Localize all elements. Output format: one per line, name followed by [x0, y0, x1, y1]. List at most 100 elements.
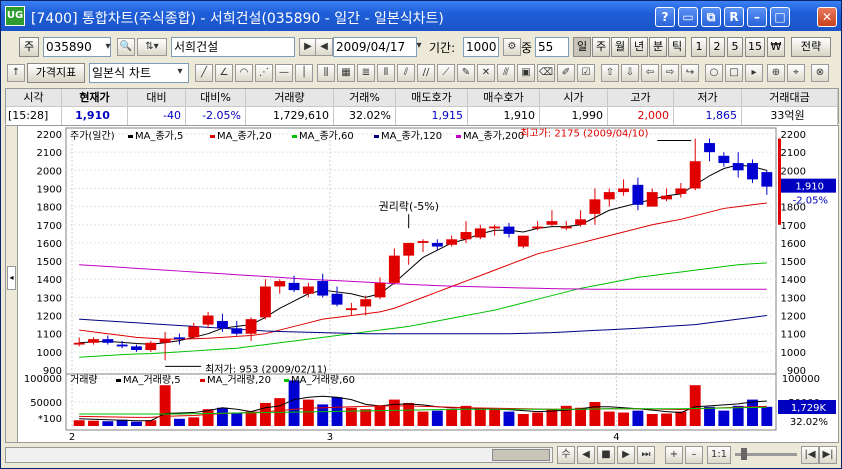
period-year-tab[interactable]: 년	[630, 37, 648, 57]
candle-body	[174, 337, 185, 340]
volume-axis-label-right: 100000	[782, 374, 820, 385]
interval-5-button[interactable]: 5	[727, 37, 743, 57]
candle-body	[145, 342, 157, 351]
period-minute-tab[interactable]: 분	[649, 37, 667, 57]
interval-2-button[interactable]: 2	[709, 37, 725, 57]
end-icon[interactable]: ⏭	[637, 446, 655, 464]
stock-code-input[interactable]: 035890	[43, 37, 111, 57]
first-page-icon[interactable]: |◀	[801, 446, 819, 464]
parallel-icon[interactable]: //	[417, 64, 435, 82]
price-legend-label-3: MA_종가,60	[299, 130, 354, 142]
zoom-in-icon[interactable]: +	[665, 446, 683, 464]
candle-body	[417, 241, 429, 243]
horizontal-scrollbar[interactable]	[5, 447, 553, 463]
zoom-out-icon[interactable]: –	[685, 446, 703, 464]
period-day-tab[interactable]: 일	[573, 37, 591, 57]
table-icon[interactable]: ▦	[337, 64, 355, 82]
maximize-button[interactable]: □	[770, 7, 790, 27]
volume-bar	[302, 399, 314, 426]
property-icon[interactable]: ☑	[577, 64, 595, 82]
chart-svg[interactable]: 900 9001000 10001100 11001200 12001300 130014…	[6, 126, 838, 442]
line-style-icon[interactable]: ⫻	[497, 64, 515, 82]
price-axis-label-right: 1300	[781, 293, 806, 304]
ratio-button[interactable]: 수	[557, 446, 575, 464]
help-button[interactable]: ?	[655, 7, 675, 27]
zoom-ratio-button[interactable]: 1:1	[707, 446, 731, 464]
period-tick-tab[interactable]: 틱	[668, 37, 686, 57]
screen-button[interactable]: ▭	[678, 7, 698, 27]
market-button[interactable]: 주	[19, 37, 39, 57]
scroll-thumb[interactable]	[492, 449, 550, 461]
marker-icon[interactable]: ▸	[745, 64, 763, 82]
trendline-icon[interactable]: ╱	[195, 64, 213, 82]
last-page-icon[interactable]: ▶|	[819, 446, 837, 464]
period-week-tab[interactable]: 주	[592, 37, 610, 57]
zoom-slider[interactable]	[735, 448, 797, 460]
candle-body	[646, 192, 658, 207]
search-icon[interactable]: 🔍	[117, 38, 135, 56]
quote-value-ask: 1,915	[396, 107, 468, 125]
refresh-button[interactable]: R	[724, 7, 744, 27]
volume-legend-swatch	[200, 379, 205, 382]
eraser-icon[interactable]: ⌫	[537, 64, 555, 82]
down-arrow-icon[interactable]: ⇩	[621, 64, 639, 82]
candle-body	[274, 281, 286, 287]
period-input[interactable]: 1000	[463, 37, 499, 57]
diagonal-icon[interactable]: ⟋	[437, 64, 455, 82]
title-bar[interactable]: UG [7400] 통합차트(주식종합) - 서희건설(035890 - 일간 …	[1, 1, 841, 31]
up-arrow-icon[interactable]: ⇧	[601, 64, 619, 82]
bars-icon[interactable]: ⫴	[377, 64, 395, 82]
channel-icon[interactable]: ⫽	[397, 64, 415, 82]
current-change-tag: -2.05%	[793, 196, 828, 207]
right-arrow-icon[interactable]: ⇨	[661, 64, 679, 82]
fan-line-icon[interactable]: ⋰	[255, 64, 273, 82]
cross-line-icon[interactable]: ✕	[477, 64, 495, 82]
scroll-back-icon[interactable]: ◀	[577, 446, 595, 464]
currency-button[interactable]: ₩	[767, 37, 785, 57]
candle-body	[102, 339, 114, 343]
angle-line-icon[interactable]: ∠	[215, 64, 233, 82]
settings-icon[interactable]: ⚙	[503, 38, 521, 56]
minimize-button[interactable]: –	[747, 7, 767, 27]
scroll-forward-icon[interactable]: ▶	[617, 446, 635, 464]
candle-body	[345, 308, 357, 311]
zoom-icon[interactable]: ⊕	[767, 64, 785, 82]
vertical-line-icon[interactable]: │	[295, 64, 313, 82]
jump-icon[interactable]: ↪	[681, 64, 699, 82]
sort-icon[interactable]: ⇅▾	[137, 38, 167, 56]
volume-bar	[718, 410, 730, 426]
fibo-icon[interactable]: ≣	[357, 64, 375, 82]
rectangle-icon[interactable]: □	[725, 64, 743, 82]
zoom-slider-handle[interactable]	[741, 448, 747, 460]
interval-1-button[interactable]: 1	[691, 37, 707, 57]
chart-type-dropdown-icon[interactable]: ▾	[173, 64, 187, 82]
close-button[interactable]: ✕	[817, 7, 837, 27]
horizontal-line-icon[interactable]: —	[275, 64, 293, 82]
magnet-icon[interactable]: ⌖	[787, 64, 805, 82]
interval-15-button[interactable]: 15	[745, 37, 765, 57]
indicator-button[interactable]: 가격지표	[27, 63, 85, 83]
code-dropdown-icon[interactable]: ▾	[103, 39, 113, 57]
link-button[interactable]: ⧉	[701, 7, 721, 27]
date-input[interactable]: 2009/04/17	[333, 37, 417, 57]
period-month-tab[interactable]: 월	[611, 37, 629, 57]
edit-icon[interactable]: ✐	[557, 64, 575, 82]
pen-icon[interactable]: ✎	[457, 64, 475, 82]
price-legend-swatch	[292, 135, 297, 138]
price-legend-label-2: MA_종가,20	[217, 130, 272, 142]
zoom-reset-icon[interactable]: ⊗	[811, 64, 829, 82]
price-axis-label-left: 1700	[37, 221, 62, 232]
prev-arrow-icon[interactable]: ◀	[315, 38, 333, 56]
expand-icon[interactable]: ↑	[7, 64, 25, 82]
circle-icon[interactable]: ○	[705, 64, 723, 82]
strategy-button[interactable]: 전략	[791, 37, 831, 57]
color-palette-icon[interactable]: ▣	[517, 64, 535, 82]
stop-icon[interactable]: ■	[597, 446, 615, 464]
calendar-dropdown-icon[interactable]: ▾	[413, 38, 425, 56]
grid-lines-icon[interactable]: ⫼	[317, 64, 335, 82]
overlap-input[interactable]: 55	[535, 37, 569, 57]
arc-icon[interactable]: ◠	[235, 64, 253, 82]
left-arrow-icon[interactable]: ⇦	[641, 64, 659, 82]
price-axis-label-left: 1800	[37, 203, 62, 214]
chart-area[interactable]: ◂ 900 900 1000 1000 1100 1100 1200 1200 1300 1300…	[5, 125, 839, 443]
